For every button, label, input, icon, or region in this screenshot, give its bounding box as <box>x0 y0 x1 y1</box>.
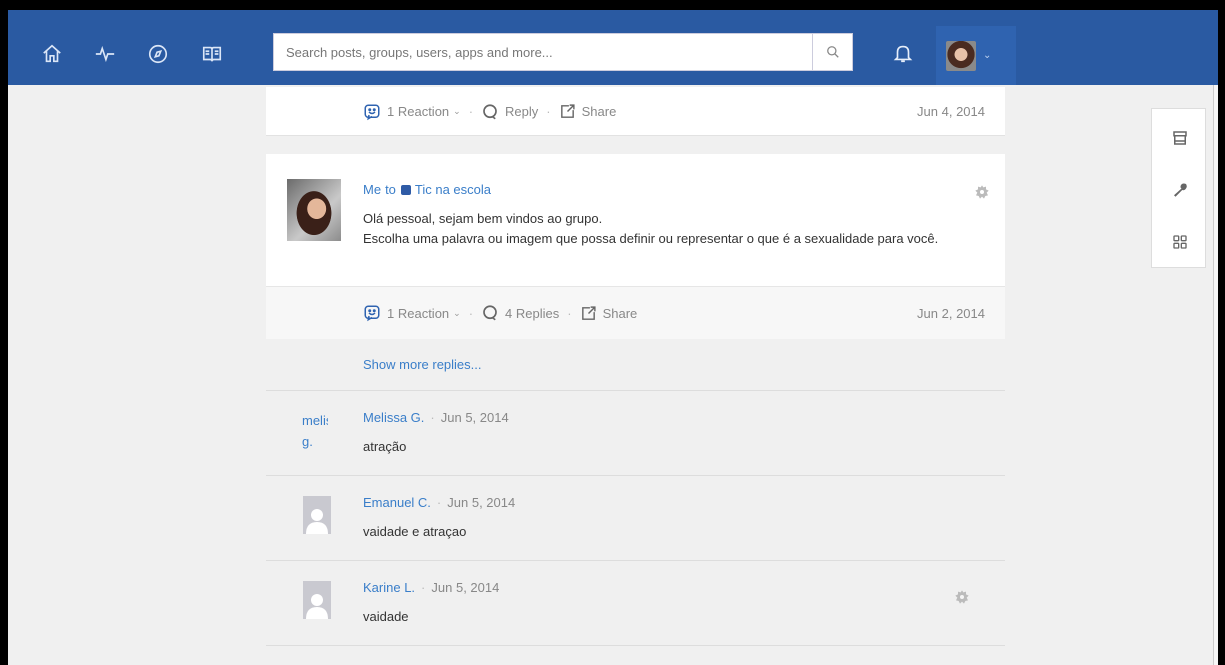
post-line-2: Escolha uma palavra ou imagem que possa … <box>363 231 939 246</box>
post-card: Me to Tic na escola Olá pessoal, sejam b… <box>266 154 1005 339</box>
wrench-icon <box>1173 183 1187 197</box>
scrollbar[interactable] <box>1213 85 1218 665</box>
group-link[interactable]: Tic na escola <box>415 182 491 197</box>
reply-header: Emanuel C. · Jun 5, 2014 <box>363 495 516 510</box>
reply-author[interactable]: Karine L. <box>363 580 415 595</box>
right-toolbar <box>1151 108 1206 268</box>
tools-button[interactable] <box>1152 164 1207 216</box>
author-avatar[interactable] <box>287 179 341 241</box>
group-icon <box>400 184 411 195</box>
notifications-button[interactable] <box>888 38 918 68</box>
post-body: Olá pessoal, sejam bem vindos ao grupo. … <box>363 209 938 249</box>
smiley-icon <box>363 103 381 121</box>
reaction-label: 1 Reaction <box>387 305 450 321</box>
chevron-down-icon: ⌄ <box>453 106 461 116</box>
reply-date[interactable]: Jun 5, 2014 <box>441 410 509 425</box>
list-item: Karine L. · Jun 5, 2014 vaidade <box>266 562 1005 646</box>
post-date: Jun 4, 2014 <box>917 104 985 119</box>
reaction-label: 1 Reaction <box>387 104 450 119</box>
reply-text: vaidade e atraçao <box>363 524 467 539</box>
action-row: 1 Reaction ⌄ · Reply · Share Jun 4, 2014 <box>266 87 1005 136</box>
share-icon <box>559 103 576 120</box>
share-label: Share <box>602 305 638 321</box>
reply-button[interactable]: Reply <box>481 103 538 121</box>
reply-text: atração <box>363 439 407 454</box>
book-icon[interactable] <box>198 40 226 68</box>
reply-header: Melissa G. · Jun 5, 2014 <box>363 410 509 425</box>
share-button[interactable]: Share <box>580 305 638 322</box>
comment-icon <box>481 103 499 121</box>
reply-label: Reply <box>505 104 539 119</box>
post-line-1: Olá pessoal, sejam bem vindos ao grupo. <box>363 211 603 226</box>
author-link[interactable]: Me <box>363 182 381 197</box>
reaction-button[interactable]: 1 Reaction ⌄ <box>363 304 461 322</box>
previous-post-footer: 1 Reaction ⌄ · Reply · Share Jun 4, 2014 <box>266 87 1005 136</box>
list-item: melissa g. Melissa G. · Jun 5, 2014 atra… <box>266 392 1005 476</box>
user-menu[interactable]: ⌄ <box>936 26 1016 85</box>
reply-text: vaidade <box>363 609 409 624</box>
avatar <box>946 40 976 71</box>
replies-button[interactable]: 4 Replies <box>481 304 559 322</box>
grid-icon <box>1172 235 1187 249</box>
post-date: Jun 2, 2014 <box>917 305 985 321</box>
post-header: Me to Tic na escola <box>363 182 492 197</box>
store-button[interactable] <box>1152 112 1207 164</box>
search-input[interactable] <box>274 34 814 70</box>
gear-icon[interactable] <box>974 184 990 205</box>
show-more-replies[interactable]: Show more replies... <box>266 339 1005 391</box>
search-button[interactable] <box>813 33 853 71</box>
reaction-button[interactable]: 1 Reaction ⌄ <box>363 103 461 121</box>
comment-icon <box>481 304 499 322</box>
avatar[interactable] <box>303 496 331 534</box>
top-nav-bar: ⌄ <box>8 10 1218 85</box>
apps-button[interactable] <box>1152 216 1207 268</box>
share-icon <box>580 305 597 322</box>
activity-icon[interactable] <box>91 40 119 68</box>
show-more-replies-link[interactable]: Show more replies... <box>363 357 482 372</box>
share-button[interactable]: Share <box>559 103 617 120</box>
search-box <box>273 33 814 71</box>
reply-author[interactable]: Emanuel C. <box>363 495 431 510</box>
reply-date[interactable]: Jun 5, 2014 <box>431 580 499 595</box>
explore-icon[interactable] <box>144 40 172 68</box>
default-user-icon <box>306 509 328 534</box>
reply-header: Karine L. · Jun 5, 2014 <box>363 580 500 595</box>
chevron-down-icon: ⌄ <box>983 50 992 61</box>
home-icon[interactable] <box>38 40 66 68</box>
share-label: Share <box>581 104 617 119</box>
post-action-row: 1 Reaction ⌄ · 4 Replies · Share Jun 2, … <box>266 286 1005 339</box>
reply-author[interactable]: Melissa G. <box>363 410 424 425</box>
smiley-icon <box>363 304 381 322</box>
avatar[interactable] <box>303 581 331 619</box>
avatar-alt-text[interactable]: melissa g. <box>302 410 328 452</box>
chevron-down-icon: ⌄ <box>453 307 461 318</box>
store-icon <box>1172 131 1187 145</box>
search-icon <box>826 46 839 58</box>
reply-date[interactable]: Jun 5, 2014 <box>447 495 515 510</box>
bell-icon <box>893 45 913 63</box>
replies-label: 4 Replies <box>505 305 560 321</box>
default-user-icon <box>306 594 328 619</box>
app-window: ⌄ 1 Reaction ⌄ · Reply <box>8 10 1218 665</box>
gear-icon[interactable] <box>954 589 970 610</box>
list-item: Emanuel C. · Jun 5, 2014 vaidade e atraç… <box>266 477 1005 561</box>
